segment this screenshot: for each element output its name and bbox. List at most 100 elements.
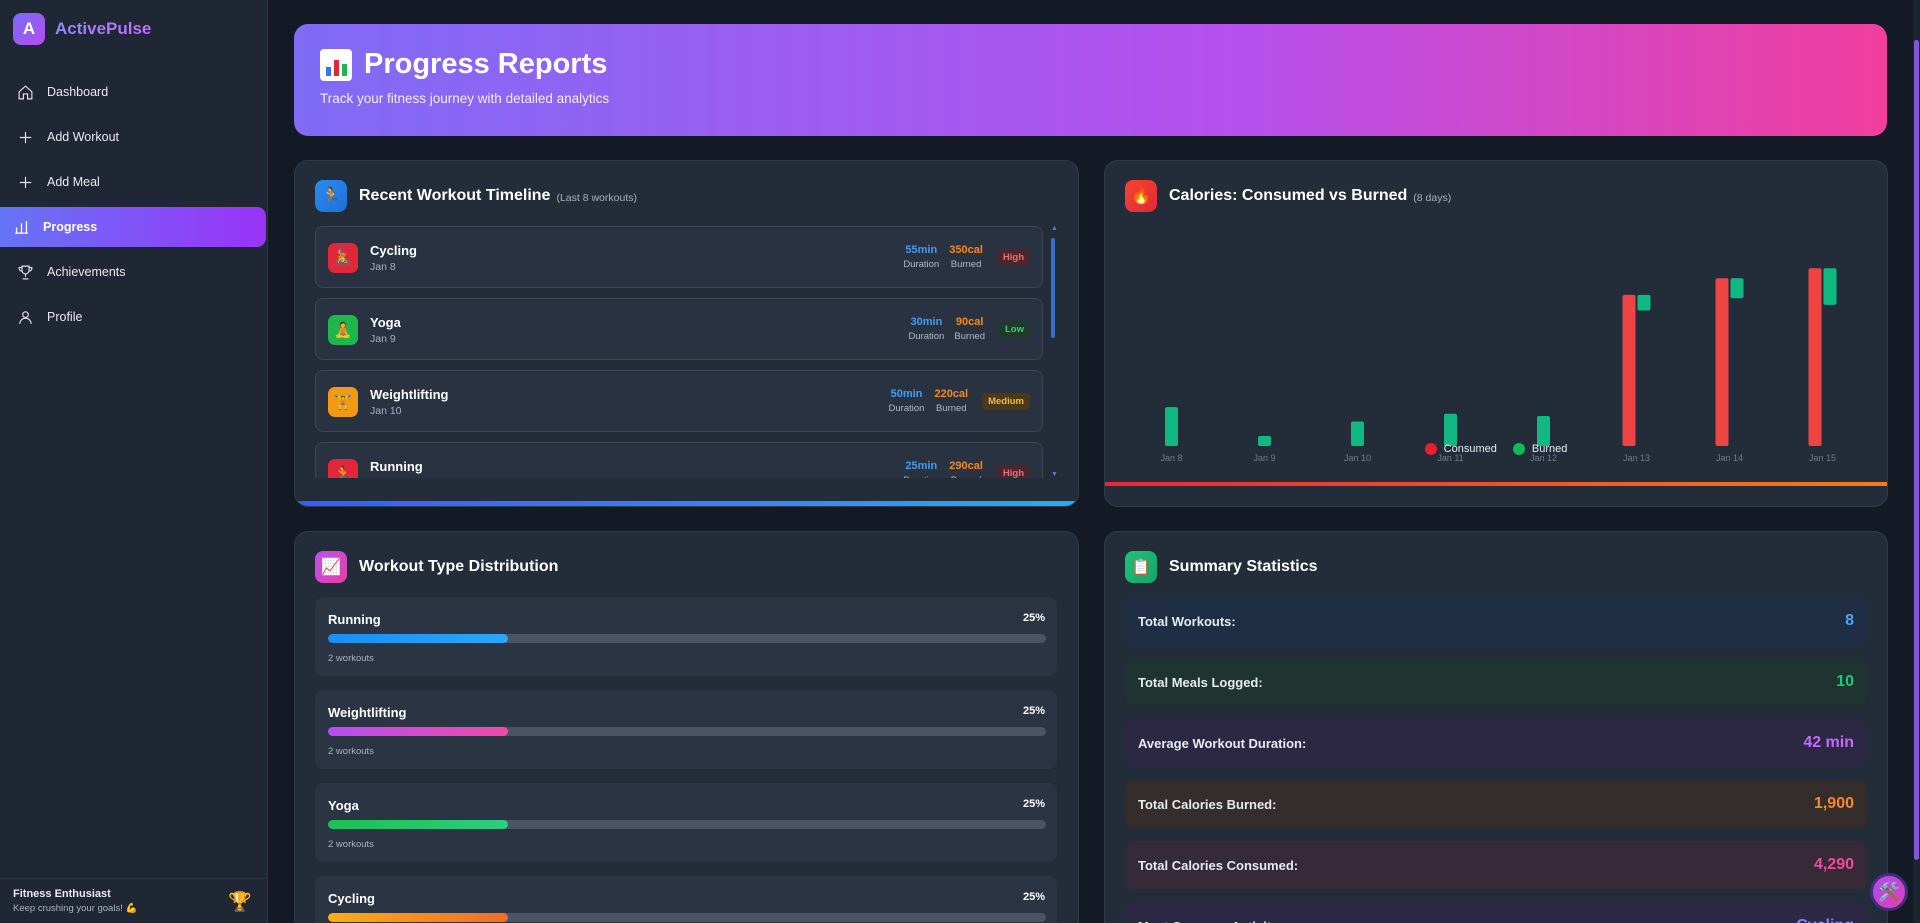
activity-stats: 50min Duration 220cal Burned Medium (889, 388, 1030, 414)
card-accent-bar (1105, 482, 1887, 486)
summary-label: Average Workout Duration: (1138, 735, 1307, 751)
activity-stats: 55min Duration 350cal Burned High (903, 244, 1030, 270)
burned-value: 220cal (934, 388, 969, 400)
burned-label: Burned (950, 259, 982, 270)
activity-name: Running (370, 459, 423, 474)
tools-icon: 🛠️ (1877, 881, 1901, 902)
legend-item-consumed[interactable]: Consumed (1424, 443, 1497, 455)
burned-bar[interactable] (1730, 278, 1744, 299)
legend-swatch (1424, 443, 1437, 455)
burned-stat: 350cal Burned (949, 244, 983, 270)
intensity-badge: High (996, 248, 1030, 266)
sidebar-item-progress[interactable]: Progress (0, 207, 266, 247)
sidebar-item-label: Add Workout (47, 130, 120, 144)
page-header: Progress Reports Track your fitness jour… (294, 24, 1887, 136)
summary-value: Cycling (1796, 917, 1854, 923)
summary-label: Total Calories Burned: (1138, 796, 1277, 812)
tools-fab-button[interactable]: 🛠️ (1870, 873, 1908, 911)
intensity-badge: High (996, 464, 1030, 478)
summary-value: 42 min (1803, 734, 1854, 751)
intensity-badge: Medium (982, 392, 1030, 410)
distribution-item: Running 25% 2 workouts (315, 597, 1057, 676)
timeline-item[interactable]: 🏃 Running Jan 11 25min Duration 290cal Burned H… (315, 442, 1043, 478)
sidebar-item-label: Progress (43, 220, 98, 234)
workout-type-count: 2 workouts (328, 746, 374, 757)
consumed-bar[interactable] (1808, 268, 1822, 446)
sidebar-item-label: Dashboard (47, 85, 109, 99)
card-subtitle: (Last 8 workouts) (556, 191, 637, 204)
intensity-badge: Low (999, 320, 1030, 338)
workout-timeline-card: 🏃 Recent Workout Timeline (Last 8 workou… (294, 160, 1079, 507)
activity-stats: 30min Duration 90cal Burned Low (908, 316, 1030, 342)
bar-chart-icon (15, 220, 28, 234)
burned-bar[interactable] (1823, 268, 1837, 305)
duration-value: 50min (890, 388, 923, 400)
card-title: Summary Statistics (1169, 558, 1318, 575)
plus-icon (19, 176, 32, 188)
card-title: Recent Workout Timeline (359, 187, 551, 204)
sidebar-item-achievements[interactable]: Achievements (0, 252, 267, 292)
burned-bar[interactable] (1444, 413, 1457, 446)
workout-type-name: Yoga (328, 798, 359, 813)
burned-stat: 290cal Burned (949, 460, 983, 478)
burned-label: Burned (935, 403, 967, 414)
progress-track (328, 820, 1046, 829)
page-scrollbar[interactable] (1913, 0, 1920, 923)
activity-date: Jan 11 (370, 477, 401, 478)
summary-label: Total Calories Consumed: (1138, 857, 1299, 873)
activity-stats: 25min Duration 290cal Burned High (903, 460, 1030, 478)
activity-name: Cycling (370, 243, 417, 258)
timeline-scrollbar[interactable]: ▲ ▼ (1051, 225, 1058, 478)
summary-label: Total Workouts: (1138, 613, 1236, 629)
summary-row: Total Calories Consumed: 4,290 (1125, 841, 1867, 889)
card-header: 📈 Workout Type Distribution (315, 551, 558, 583)
summary-statistics-card: 📋 Summary Statistics Total Workouts: 8 Tot… (1104, 531, 1888, 923)
sidebar-item-label: Achievements (47, 265, 126, 279)
burned-value: 90cal (955, 316, 984, 328)
card-header: 🔥 Calories: Consumed vs Burned (8 days) (1125, 180, 1451, 212)
consumed-bar[interactable] (1622, 294, 1636, 446)
sidebar-item-add-meal[interactable]: Add Meal (0, 162, 267, 202)
duration-label: Duration (903, 259, 940, 270)
card-subtitle: (8 days) (1413, 191, 1452, 204)
brand[interactable]: A ActivePulse (0, 0, 267, 58)
consumed-bar[interactable] (1715, 278, 1729, 446)
activity-icon: 🏋️ (328, 387, 358, 417)
timeline-list[interactable]: 🚴 Cycling Jan 8 55min Duration 350cal Burned Hi… (315, 226, 1043, 478)
sidebar-item-add-workout[interactable]: Add Workout (0, 117, 267, 157)
summary-value: 4,290 (1813, 856, 1854, 873)
scrollbar-thumb[interactable] (1051, 238, 1055, 338)
sidebar: A ActivePulse Dashboard Add Workout Add … (0, 0, 268, 923)
activity-date: Jan 8 (370, 261, 396, 273)
trophy-outline-icon (18, 265, 33, 279)
summary-label: Total Meals Logged: (1138, 674, 1263, 690)
sidebar-item-profile[interactable]: Profile (0, 297, 267, 337)
brand-logo: A (13, 13, 45, 45)
duration-stat: 25min Duration (903, 460, 939, 478)
scrollbar-thumb[interactable] (1914, 40, 1919, 860)
brand-name: ActivePulse (55, 19, 152, 38)
workout-type-percent: 25% (1022, 798, 1045, 810)
sidebar-item-dashboard[interactable]: Dashboard (0, 72, 267, 112)
page-title-text: Progress Reports (364, 48, 608, 80)
workout-type-percent: 25% (1022, 612, 1045, 624)
timeline-item[interactable]: 🏋️ Weightlifting Jan 10 50min Duration 220cal… (315, 370, 1043, 432)
burned-label: Burned (954, 331, 985, 342)
trend-chart-icon: 📈 (315, 551, 347, 583)
legend-item-burned[interactable]: Burned (1512, 443, 1567, 455)
legend-swatch (1512, 443, 1525, 455)
burned-bar[interactable] (1637, 294, 1651, 311)
progress-fill (328, 913, 508, 922)
activity-date: Jan 10 (370, 405, 402, 417)
workout-type-name: Running (328, 612, 381, 627)
timeline-item[interactable]: 🧘 Yoga Jan 9 30min Duration 90cal Burned Low (315, 298, 1043, 360)
card-accent-bar (295, 501, 1078, 506)
timeline-item[interactable]: 🚴 Cycling Jan 8 55min Duration 350cal Burned Hi… (315, 226, 1043, 288)
summary-row: Total Meals Logged: 10 (1125, 658, 1867, 706)
burned-bar[interactable] (1165, 407, 1178, 446)
card-header: 🏃 Recent Workout Timeline (Last 8 workou… (315, 180, 637, 212)
plus-icon (19, 131, 32, 143)
summary-row: Average Workout Duration: 42 min (1125, 719, 1867, 767)
summary-value: 8 (1845, 612, 1854, 629)
burned-bar[interactable] (1537, 416, 1550, 446)
